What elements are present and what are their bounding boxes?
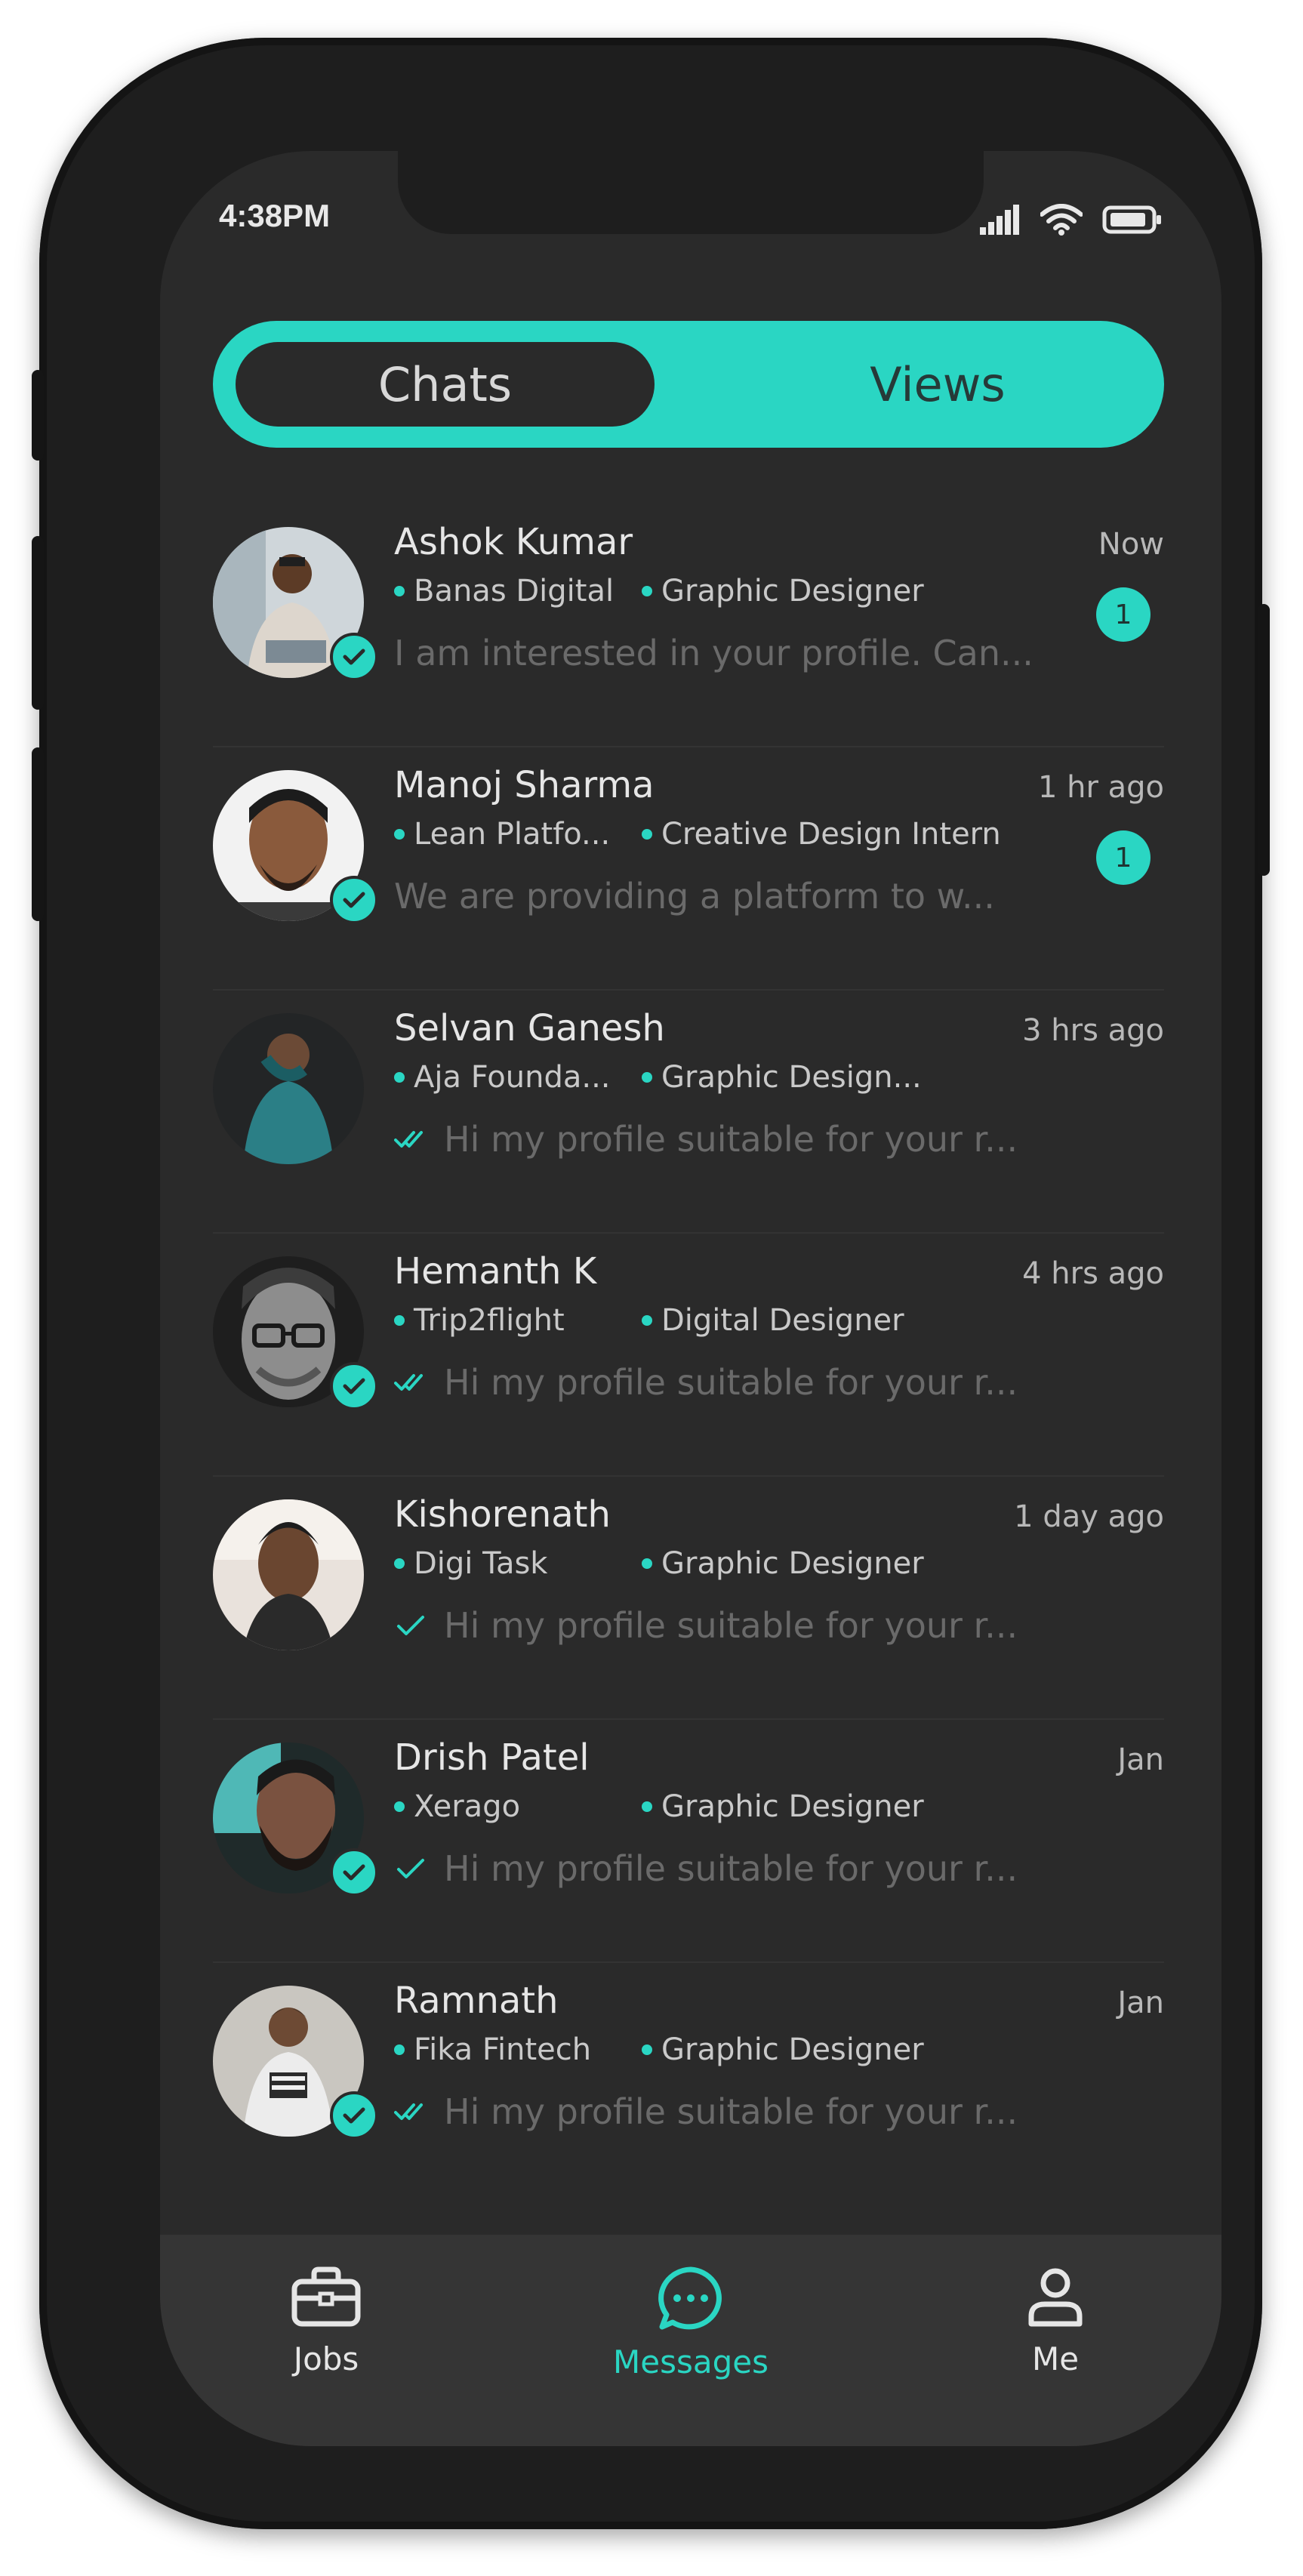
message-time: Jan	[1117, 1986, 1164, 2020]
power-button	[1258, 604, 1270, 876]
message-preview: Hi my profile suitable for your r...	[394, 1848, 1018, 1889]
contact-name: Kishorenath	[394, 1493, 611, 1536]
contact-tags: Aja Founda... Graphic Design...	[394, 1060, 922, 1095]
company-tag: Fika Fintech	[394, 2032, 642, 2067]
contact-name: Ashok Kumar	[394, 521, 633, 563]
contact-name: Manoj Sharma	[394, 764, 655, 806]
check-icon	[397, 1616, 424, 1635]
chats-views-toggle: Chats Views	[213, 321, 1164, 448]
verified-badge-icon	[330, 1848, 378, 1897]
contact-tags: Lean Platfo... Creative Design Intern	[394, 817, 1001, 852]
double-check-icon	[394, 2103, 423, 2120]
notch	[398, 151, 984, 234]
contact-tags: Digi Task Graphic Designer	[394, 1546, 924, 1581]
avatar	[213, 1013, 364, 1164]
phone-frame: 4:38PM Chats Views Ashok Kumar Now Banas…	[32, 38, 1270, 2529]
chat-row[interactable]: Ashok Kumar Now Banas Digital Graphic De…	[213, 504, 1164, 747]
role-tag: Digital Designer	[642, 1303, 904, 1338]
message-time: Now	[1098, 527, 1164, 562]
volume-up-button	[32, 536, 44, 710]
unread-count-badge: 1	[1096, 587, 1151, 642]
briefcase-icon	[291, 2266, 361, 2327]
nav-label-messages: Messages	[613, 2343, 769, 2380]
message-preview: Hi my profile suitable for your r...	[394, 2091, 1018, 2132]
contact-name: Ramnath	[394, 1980, 559, 2022]
message-preview: I am interested in your profile. Can...	[394, 633, 1033, 673]
role-tag: Graphic Design...	[642, 1060, 922, 1095]
nav-item-messages[interactable]: Messages	[578, 2265, 804, 2380]
message-preview: Hi my profile suitable for your r...	[394, 1605, 1018, 1646]
role-tag: Graphic Designer	[642, 2032, 924, 2067]
message-time: Jan	[1117, 1742, 1164, 1777]
status-icons	[980, 204, 1163, 236]
unread-count-badge: 1	[1096, 830, 1151, 885]
contact-tags: Fika Fintech Graphic Designer	[394, 2032, 924, 2067]
verified-badge-icon	[330, 633, 378, 681]
company-tag: Lean Platfo...	[394, 817, 642, 852]
message-time: 1 hr ago	[1037, 770, 1164, 805]
wifi-icon	[1040, 204, 1083, 236]
company-tag: Xerago	[394, 1789, 642, 1824]
message-preview: Hi my profile suitable for your r...	[394, 1362, 1018, 1403]
nav-item-me[interactable]: Me	[942, 2265, 1169, 2377]
message-preview: Hi my profile suitable for your r...	[394, 1119, 1018, 1160]
role-tag: Creative Design Intern	[642, 817, 1001, 852]
chat-row[interactable]: Kishorenath 1 day ago Digi Task Graphic …	[213, 1477, 1164, 1720]
nav-item-jobs[interactable]: Jobs	[213, 2265, 439, 2377]
contact-name: Drish Patel	[394, 1736, 590, 1779]
chat-row[interactable]: Manoj Sharma 1 hr ago Lean Platfo... Cre…	[213, 747, 1164, 991]
message-time: 3 hrs ago	[1022, 1013, 1164, 1048]
verified-badge-icon	[330, 2091, 378, 2140]
tab-chats[interactable]: Chats	[236, 342, 655, 427]
status-time: 4:38PM	[219, 198, 331, 233]
chat-row[interactable]: Selvan Ganesh 3 hrs ago Aja Founda... Gr…	[213, 991, 1164, 1234]
bottom-nav: Jobs Messages Me	[160, 2235, 1221, 2446]
message-time: 1 day ago	[1014, 1499, 1164, 1534]
tab-views[interactable]: Views	[756, 342, 1119, 427]
nav-label-jobs: Jobs	[293, 2340, 359, 2377]
avatar	[213, 1499, 364, 1650]
signal-icon	[980, 205, 1019, 235]
company-tag: Digi Task	[394, 1546, 642, 1581]
battery-icon	[1102, 205, 1161, 234]
role-tag: Graphic Designer	[642, 1789, 924, 1824]
company-tag: Banas Digital	[394, 574, 642, 609]
double-check-icon	[394, 1131, 423, 1148]
volume-down-button	[32, 747, 44, 921]
message-time: 4 hrs ago	[1022, 1256, 1164, 1291]
double-check-icon	[394, 1374, 423, 1391]
contact-tags: Xerago Graphic Designer	[394, 1789, 924, 1824]
verified-badge-icon	[330, 876, 378, 924]
contact-name: Selvan Ganesh	[394, 1007, 665, 1049]
contact-tags: Trip2flight Digital Designer	[394, 1303, 904, 1338]
company-tag: Aja Founda...	[394, 1060, 642, 1095]
verified-badge-icon	[330, 1362, 378, 1410]
mute-switch	[32, 370, 44, 461]
chat-row[interactable]: Hemanth K 4 hrs ago Trip2flight Digital …	[213, 1234, 1164, 1477]
contact-name: Hemanth K	[394, 1250, 597, 1293]
role-tag: Graphic Designer	[642, 574, 924, 609]
chat-row[interactable]: Drish Patel Jan Xerago Graphic Designer …	[213, 1720, 1164, 1963]
company-tag: Trip2flight	[394, 1303, 642, 1338]
chat-bubble-icon	[658, 2266, 722, 2330]
nav-label-me: Me	[1031, 2340, 1080, 2377]
user-icon	[1028, 2268, 1083, 2327]
chat-list: Ashok Kumar Now Banas Digital Graphic De…	[213, 504, 1164, 2205]
chat-row[interactable]: Ramnath Jan Fika Fintech Graphic Designe…	[213, 1963, 1164, 2205]
role-tag: Graphic Designer	[642, 1546, 924, 1581]
check-icon	[397, 1859, 424, 1878]
screen: 4:38PM Chats Views Ashok Kumar Now Banas…	[160, 151, 1221, 2446]
message-preview: We are providing a platform to w...	[394, 876, 995, 917]
contact-tags: Banas Digital Graphic Designer	[394, 574, 924, 609]
